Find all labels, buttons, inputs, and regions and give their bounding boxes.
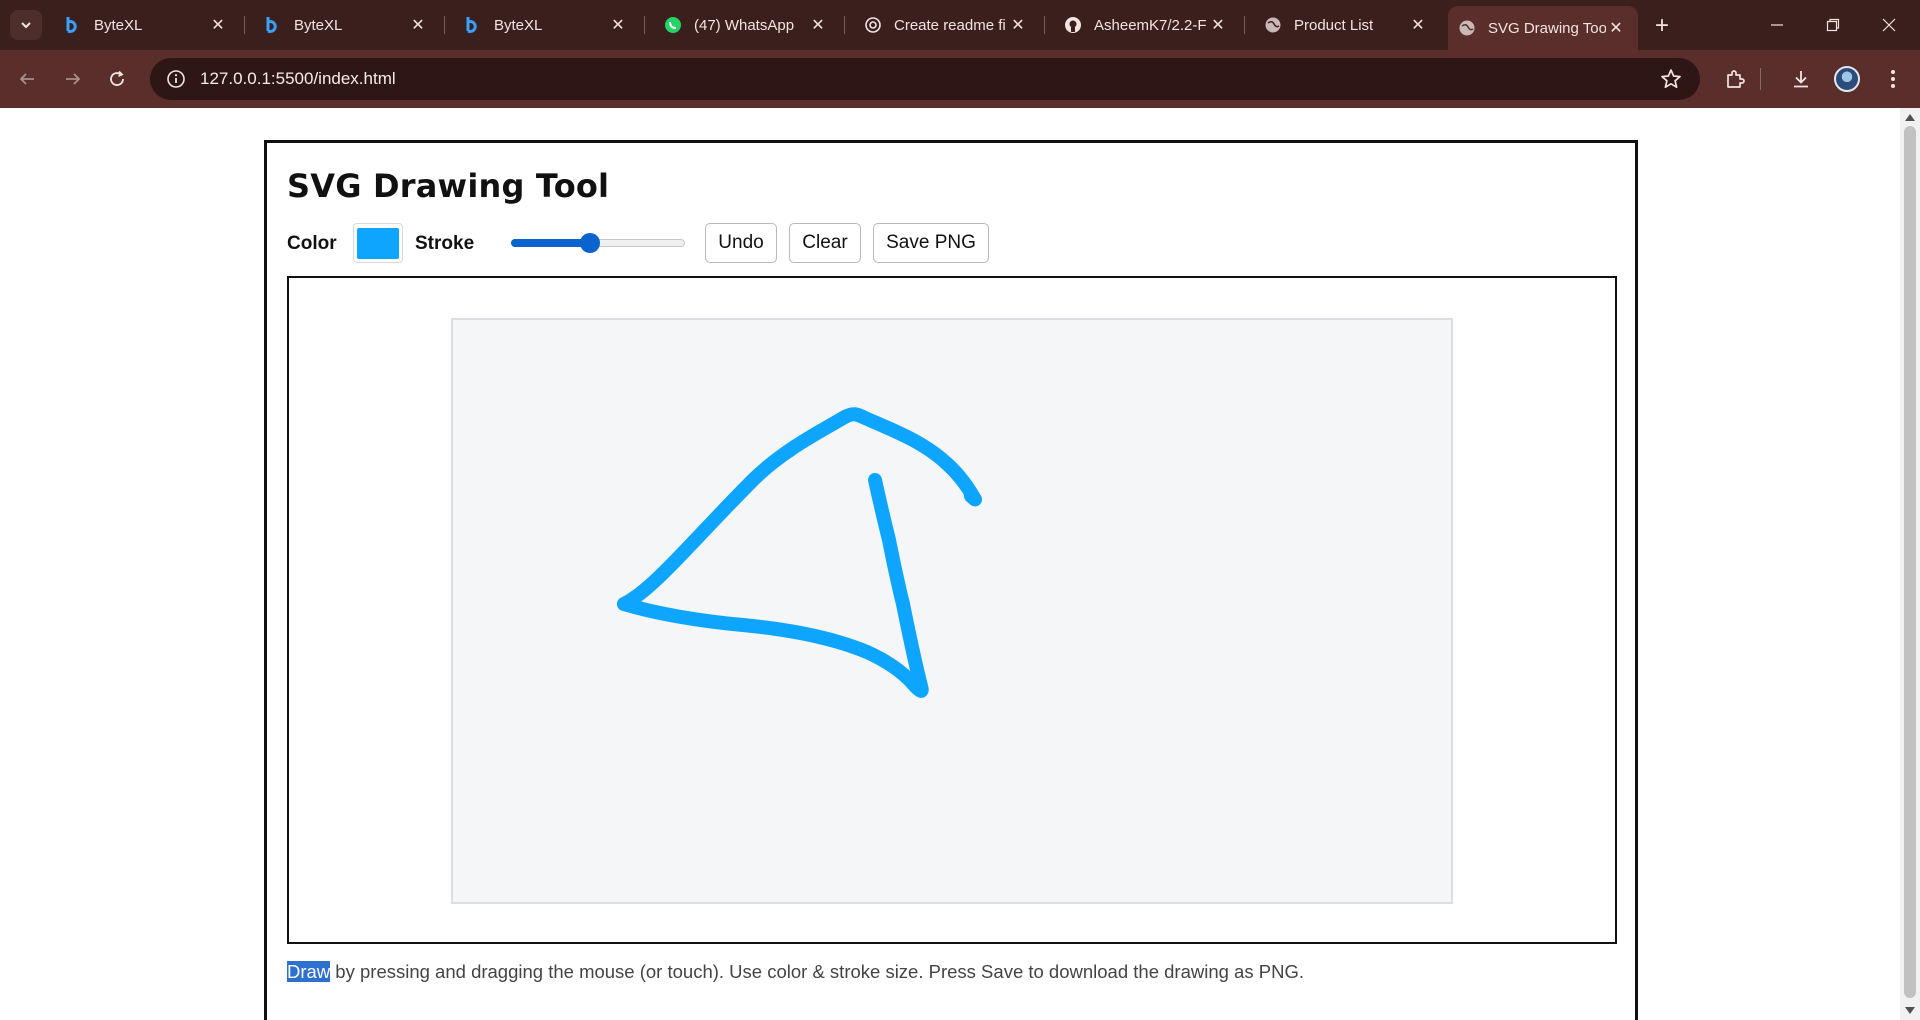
close-icon[interactable]: ✕ [1008,15,1028,35]
stroke-label: Stroke [415,233,475,254]
controls-bar: Color Stroke Undo Clear Save PNG [287,223,1587,263]
color-picker[interactable] [353,223,403,263]
browser-toolbar: 127.0.0.1:5500/index.html [0,50,1920,108]
bytexl-icon [64,16,82,34]
page-title: SVG Drawing Tool [287,167,610,205]
whatsapp-icon [664,16,682,34]
tab-bytexl-1[interactable]: ByteXL ✕ [44,7,240,43]
drawing-svg[interactable] [453,320,1451,902]
tab-bytexl-2[interactable]: ByteXL ✕ [244,7,440,43]
minimize-icon [1771,24,1783,26]
close-icon [1882,18,1896,32]
slider-fill [511,239,591,247]
color-swatch [357,227,399,259]
drawing-app: SVG Drawing Tool Color Stroke Undo Clear… [264,140,1638,1020]
slider-handle[interactable] [580,233,601,253]
close-icon[interactable]: ✕ [1208,15,1228,35]
forward-button[interactable] [56,62,90,96]
scroll-up-icon[interactable] [1905,114,1915,121]
close-icon[interactable]: ✕ [408,15,428,35]
tab-title: (47) WhatsApp [694,16,795,34]
page-viewport: SVG Drawing Tool Color Stroke Undo Clear… [0,108,1900,1020]
bytexl-icon [464,16,482,34]
download-icon [1794,71,1808,88]
drawn-stroke [617,407,982,611]
tab-title: Product List [1294,16,1374,34]
downloads-button[interactable] [1784,62,1818,96]
github-icon [1064,16,1082,34]
reload-icon [110,70,124,86]
site-info-icon[interactable] [156,59,196,99]
tab-bytexl-3[interactable]: ByteXL ✕ [444,7,640,43]
arrow-left-icon [19,73,34,85]
extensions-button[interactable] [1718,62,1752,96]
clear-button[interactable]: Clear [789,223,861,263]
avatar [1834,66,1860,92]
tab-search-button[interactable] [10,10,42,40]
new-tab-button[interactable]: + [1648,12,1676,40]
tab-title: ByteXL [494,16,543,34]
bytexl-icon [264,16,282,34]
restore-icon [1826,18,1840,32]
globe-icon [1458,19,1476,37]
help-text: Draw by pressing and dragging the mouse … [287,961,1304,983]
bookmark-star-icon[interactable] [1660,68,1682,95]
puzzle-icon [1727,70,1745,88]
profile-avatar[interactable] [1830,62,1864,96]
save-png-button[interactable]: Save PNG [873,223,989,263]
globe-icon [1264,16,1282,34]
close-icon[interactable]: ✕ [608,15,628,35]
tab-title: Create readme fi [894,16,1006,34]
scroll-down-icon[interactable] [1905,1007,1915,1014]
close-icon[interactable]: ✕ [208,15,228,35]
close-icon[interactable]: ✕ [1606,18,1626,38]
tab-title: ByteXL [294,16,343,34]
close-icon[interactable]: ✕ [1408,15,1428,35]
undo-button[interactable]: Undo [705,223,777,263]
address-bar[interactable]: 127.0.0.1:5500/index.html [150,58,1700,100]
tab-chatgpt[interactable]: Create readme fi ✕ [844,7,1040,43]
help-body: by pressing and dragging the mouse (or t… [330,961,1304,982]
menu-button[interactable] [1876,62,1910,96]
page-scrollbar[interactable] [1900,108,1920,1020]
minimize-button[interactable] [1754,8,1800,42]
scrollbar-thumb[interactable] [1904,126,1916,998]
url-text: 127.0.0.1:5500/index.html [200,69,396,88]
arrow-right-icon [66,73,81,85]
drawn-stroke [617,473,929,698]
drawing-stage [287,276,1617,944]
stroke-slider[interactable] [511,233,685,253]
close-window-button[interactable] [1866,8,1912,42]
help-highlight: Draw [287,961,331,982]
chevron-down-icon [21,22,31,29]
tab-title: SVG Drawing Too [1488,19,1606,37]
close-icon[interactable]: ✕ [808,15,828,35]
color-label: Color [287,233,337,254]
reload-button[interactable] [100,62,134,96]
drawing-canvas[interactable] [451,318,1453,904]
tab-product-list[interactable]: Product List ✕ [1244,7,1440,43]
tab-svg-drawing-tool[interactable]: SVG Drawing Too ✕ [1448,6,1638,50]
tab-title: ByteXL [94,16,143,34]
restore-button[interactable] [1810,8,1856,42]
tab-strip: ByteXL ✕ ByteXL ✕ ByteXL ✕ (47) WhatsApp… [0,0,1920,50]
tab-whatsapp[interactable]: (47) WhatsApp ✕ [644,7,840,43]
chatgpt-icon [864,16,882,34]
tab-title: AsheemK7/2.2-F [1094,16,1207,34]
tab-github[interactable]: AsheemK7/2.2-F ✕ [1044,7,1240,43]
back-button[interactable] [10,62,44,96]
more-vertical-icon [1891,70,1895,88]
